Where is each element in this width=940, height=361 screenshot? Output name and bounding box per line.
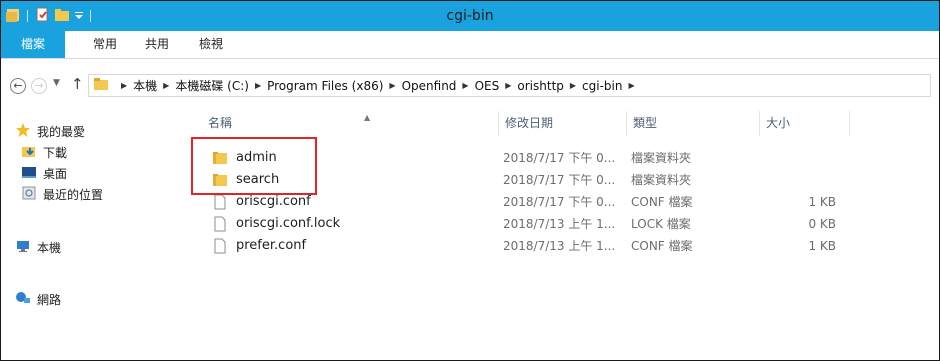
breadcrumb-item[interactable]: 本機 [133, 77, 157, 94]
file-size [764, 147, 836, 169]
file-date: 2018/7/17 下午 0... [503, 173, 616, 187]
file-type: 檔案資料夾 [631, 173, 692, 187]
window-title: cgi-bin [446, 8, 494, 24]
sidebar-item-label: 我的最愛 [37, 124, 86, 139]
file-icon [212, 194, 228, 210]
sort-ascending-icon: ▲ [364, 113, 371, 122]
file-row[interactable]: oriscgi.conf.lock 2018/7/13 上午 1... LOCK… [202, 213, 902, 235]
highlight-annotation [191, 137, 317, 195]
file-type: CONF 檔案 [631, 195, 693, 209]
file-icon [212, 238, 228, 254]
star-icon [15, 122, 31, 141]
recent-places-icon [21, 185, 37, 204]
column-header-date[interactable]: 修改日期 [499, 111, 627, 136]
chevron-right-icon[interactable]: ▶ [121, 81, 127, 90]
navigation-bar: ← → ▼ ↑ ▶ 本機 ▶ 本機磁碟 (C:) ▶ Program Files… [1, 71, 939, 101]
breadcrumb-item[interactable]: Openfind [402, 79, 457, 93]
file-type: LOCK 檔案 [631, 217, 691, 231]
chevron-right-icon[interactable]: ▶ [505, 81, 511, 90]
file-size: 1 KB [808, 195, 836, 209]
file-date: 2018/7/17 下午 0... [503, 195, 616, 209]
breadcrumb-item[interactable]: OES [475, 79, 500, 93]
folder-icon [93, 76, 109, 95]
sidebar-item-favorites[interactable]: 我的最愛 [15, 121, 85, 141]
file-size: 1 KB [808, 239, 836, 253]
breadcrumb: ▶ 本機 ▶ 本機磁碟 (C:) ▶ Program Files (x86) ▶… [115, 77, 641, 94]
network-icon [15, 290, 31, 309]
file-date: 2018/7/13 上午 1... [503, 217, 616, 231]
chevron-right-icon[interactable]: ▶ [570, 81, 576, 90]
tab-file[interactable]: 檔案 [1, 31, 65, 58]
file-name: prefer.conf [236, 238, 307, 253]
navigation-pane: 我的最愛 下載 桌面 最近的位置 本機 網路 [1, 111, 181, 361]
breadcrumb-item[interactable]: orishttp [517, 79, 564, 93]
column-header-name[interactable]: ▲ 名稱 [202, 111, 499, 136]
back-button[interactable]: ← [10, 78, 26, 94]
explorer-window: cgi-bin 檔案 常用 共用 檢視 ← → ▼ ↑ ▶ 本機 ▶ 本機磁碟 … [0, 0, 940, 361]
column-header-type[interactable]: 類型 [627, 111, 760, 136]
title-bar: cgi-bin [1, 1, 939, 31]
breadcrumb-item[interactable]: cgi-bin [582, 79, 622, 93]
chevron-right-icon[interactable]: ▶ [255, 81, 261, 90]
breadcrumb-item[interactable]: 本機磁碟 (C:) [175, 77, 249, 94]
tab-view[interactable]: 檢視 [191, 31, 231, 58]
sidebar-item-label: 網路 [37, 292, 62, 307]
desktop-icon [21, 164, 37, 183]
file-name: oriscgi.conf.lock [236, 216, 341, 231]
file-type: CONF 檔案 [631, 239, 693, 253]
file-date: 2018/7/13 上午 1... [503, 239, 616, 253]
chevron-right-icon[interactable]: ▶ [628, 81, 634, 90]
sidebar-item-label: 桌面 [43, 166, 68, 181]
file-size [764, 169, 836, 191]
sidebar-item-this-pc[interactable]: 本機 [15, 237, 61, 257]
file-size: 0 KB [808, 217, 836, 231]
downloads-icon [21, 143, 37, 162]
sidebar-item-label: 本機 [37, 240, 62, 255]
chevron-right-icon[interactable]: ▶ [389, 81, 395, 90]
ribbon: 檔案 常用 共用 檢視 [1, 31, 939, 59]
column-header-label: 名稱 [208, 116, 233, 130]
recent-locations-dropdown[interactable]: ▼ [53, 78, 60, 88]
sidebar-item-network[interactable]: 網路 [15, 289, 61, 309]
sidebar-item-label: 下載 [43, 145, 68, 160]
computer-icon [15, 238, 31, 257]
address-bar[interactable]: ▶ 本機 ▶ 本機磁碟 (C:) ▶ Program Files (x86) ▶… [88, 74, 931, 97]
up-button[interactable]: ↑ [71, 75, 84, 93]
chevron-right-icon[interactable]: ▶ [462, 81, 468, 90]
file-type: 檔案資料夾 [631, 151, 692, 165]
file-row[interactable]: prefer.conf 2018/7/13 上午 1... CONF 檔案 1 … [202, 235, 902, 257]
column-header-size[interactable]: 大小 [760, 111, 850, 136]
sidebar-item-desktop[interactable]: 桌面 [21, 163, 67, 183]
breadcrumb-item[interactable]: Program Files (x86) [267, 79, 383, 93]
tab-home[interactable]: 常用 [85, 31, 125, 58]
file-date: 2018/7/17 下午 0... [503, 151, 616, 165]
sidebar-item-label: 最近的位置 [43, 187, 104, 202]
file-icon [212, 216, 228, 232]
chevron-right-icon[interactable]: ▶ [163, 81, 169, 90]
forward-button[interactable]: → [31, 78, 47, 94]
sidebar-item-downloads[interactable]: 下載 [21, 142, 67, 162]
tab-share[interactable]: 共用 [137, 31, 177, 58]
sidebar-item-recent-places[interactable]: 最近的位置 [21, 184, 103, 204]
